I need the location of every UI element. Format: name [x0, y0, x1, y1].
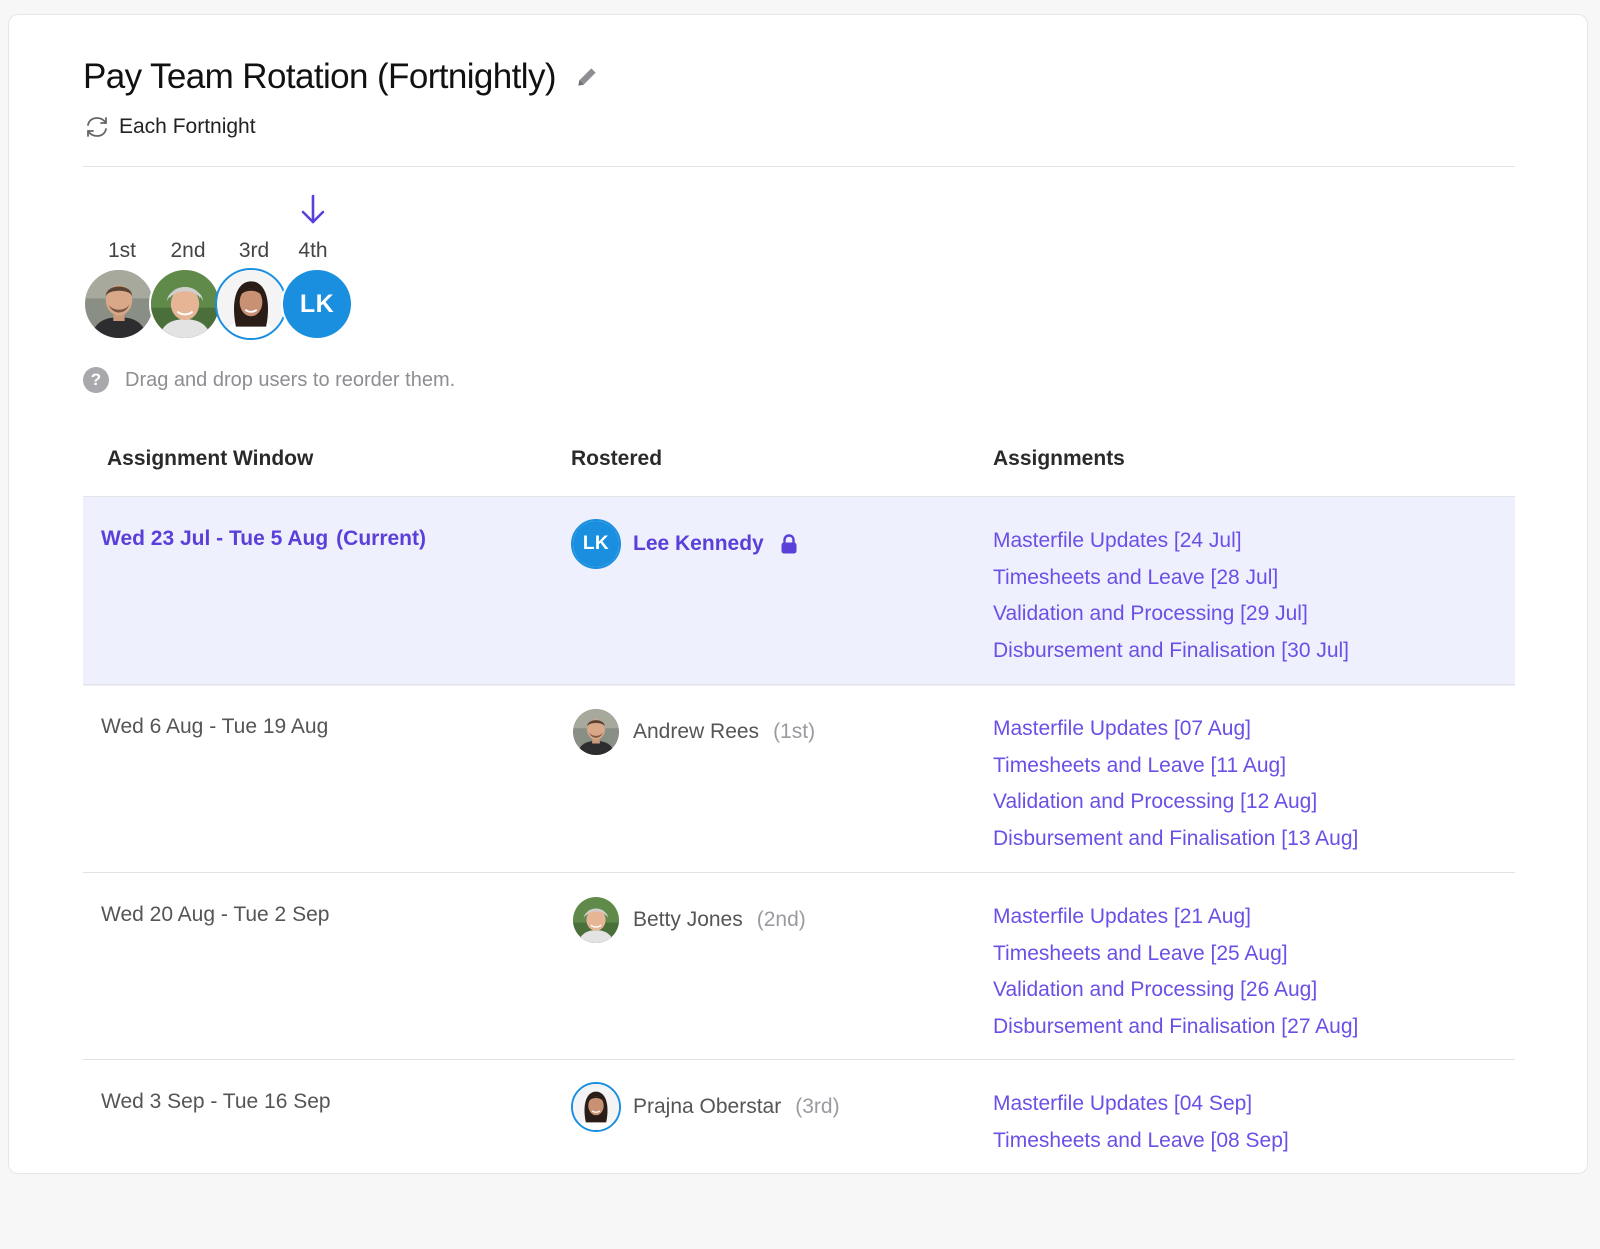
assignment-link[interactable]: Validation and Processing [12 Aug] — [993, 784, 1358, 821]
order-label-1st: 1st — [107, 239, 136, 262]
assignment-link[interactable]: Timesheets and Leave [08 Sep] — [993, 1123, 1289, 1160]
assignment-link[interactable]: Validation and Processing [29 Jul] — [993, 596, 1349, 633]
table-row: Wed 20 Aug - Tue 2 Sep Betty Jones (2nd)… — [83, 872, 1515, 1062]
assignment-window: Wed 20 Aug - Tue 2 Sep — [101, 903, 330, 926]
avatar-prajna-oberstar[interactable] — [215, 268, 287, 340]
assignment-link[interactable]: Masterfile Updates [21 Aug] — [993, 899, 1358, 936]
page-title: Pay Team Rotation (Fortnightly) — [83, 57, 557, 96]
rotation-position: (1st) — [773, 720, 816, 743]
column-header-assignments: Assignments — [993, 447, 1125, 470]
assignment-window: Wed 6 Aug - Tue 19 Aug — [101, 715, 329, 738]
assignment-link[interactable]: Disbursement and Finalisation [13 Aug] — [993, 821, 1358, 858]
order-label-2nd: 2nd — [170, 239, 206, 262]
order-label-4th: 4th — [298, 239, 328, 262]
column-header-rostered: Rostered — [571, 447, 663, 470]
title-row: Pay Team Rotation (Fortnightly) — [83, 57, 600, 97]
current-status: (Current) — [336, 527, 426, 550]
lock-icon[interactable] — [780, 533, 798, 555]
avatar-betty-jones[interactable] — [149, 268, 221, 340]
avatar — [571, 1082, 621, 1132]
assignment-list: Masterfile Updates [04 Sep] Timesheets a… — [993, 1086, 1289, 1159]
rostered-user: Betty Jones (2nd) — [571, 895, 806, 945]
rostered-user-name[interactable]: Andrew Rees — [633, 720, 759, 744]
repeat-icon — [83, 113, 111, 141]
rostered-user-name[interactable]: Betty Jones — [633, 908, 743, 932]
avatar-lee-kennedy[interactable]: LK — [281, 268, 353, 340]
frequency-row: Each Fortnight — [83, 113, 256, 141]
avatar: LK — [571, 519, 621, 569]
frequency-label: Each Fortnight — [119, 115, 256, 138]
assignment-link[interactable]: Masterfile Updates [24 Jul] — [993, 523, 1349, 560]
avatar-andrew-rees[interactable] — [83, 268, 155, 340]
assignment-link[interactable]: Timesheets and Leave [28 Jul] — [993, 560, 1349, 597]
table-row: Wed 6 Aug - Tue 19 Aug Andrew Rees (1st)… — [83, 684, 1515, 874]
rostered-user: LK Lee Kennedy — [571, 519, 798, 569]
avatar-initials: LK — [573, 521, 619, 567]
rotation-position: (3rd) — [795, 1095, 840, 1118]
assignment-link[interactable]: Validation and Processing [26 Aug] — [993, 972, 1358, 1009]
assignment-list: Masterfile Updates [07 Aug] Timesheets a… — [993, 711, 1358, 857]
rotation-position: (2nd) — [756, 908, 806, 931]
assignment-link[interactable]: Masterfile Updates [04 Sep] — [993, 1086, 1289, 1123]
current-arrow-down-icon — [298, 193, 328, 227]
assignment-link[interactable]: Timesheets and Leave [11 Aug] — [993, 748, 1358, 785]
window-dates: Wed 23 Jul - Tue 5 Aug — [101, 527, 329, 550]
column-header-assignment-window: Assignment Window — [107, 447, 314, 470]
hint-text: Drag and drop users to reorder them. — [125, 368, 456, 391]
assignment-window: Wed 3 Sep - Tue 16 Sep — [101, 1090, 331, 1113]
edit-pencil-icon[interactable] — [574, 64, 600, 90]
rostered-user: Andrew Rees (1st) — [571, 707, 815, 757]
rostered-user-name[interactable]: Lee Kennedy — [633, 532, 764, 556]
table-row: Wed 3 Sep - Tue 16 Sep Prajna Oberstar (… — [83, 1059, 1515, 1249]
header-divider — [83, 166, 1515, 167]
assignment-window: Wed 23 Jul - Tue 5 Aug (Current) — [101, 527, 426, 551]
avatar — [571, 707, 621, 757]
rostered-user-name[interactable]: Prajna Oberstar — [633, 1095, 781, 1119]
avatar — [571, 895, 621, 945]
reorder-hint: ? Drag and drop users to reorder them. — [83, 367, 455, 393]
order-label-3rd: 3rd — [238, 239, 270, 262]
help-question-icon: ? — [83, 367, 109, 393]
avatar-initials: LK — [283, 270, 351, 338]
assignment-link[interactable]: Timesheets and Leave [25 Aug] — [993, 936, 1358, 973]
table-row: Wed 23 Jul - Tue 5 Aug (Current) LK Lee K… — [83, 496, 1515, 686]
rotation-card: Pay Team Rotation (Fortnightly) Each For… — [8, 14, 1588, 1174]
assignment-link[interactable]: Disbursement and Finalisation [27 Aug] — [993, 1009, 1358, 1046]
assignment-list: Masterfile Updates [24 Jul] Timesheets a… — [993, 523, 1349, 669]
assignment-link[interactable]: Disbursement and Finalisation [30 Jul] — [993, 633, 1349, 670]
assignment-link[interactable]: Masterfile Updates [07 Aug] — [993, 711, 1358, 748]
rostered-user: Prajna Oberstar (3rd) — [571, 1082, 840, 1132]
assignment-list: Masterfile Updates [21 Aug] Timesheets a… — [993, 899, 1358, 1045]
